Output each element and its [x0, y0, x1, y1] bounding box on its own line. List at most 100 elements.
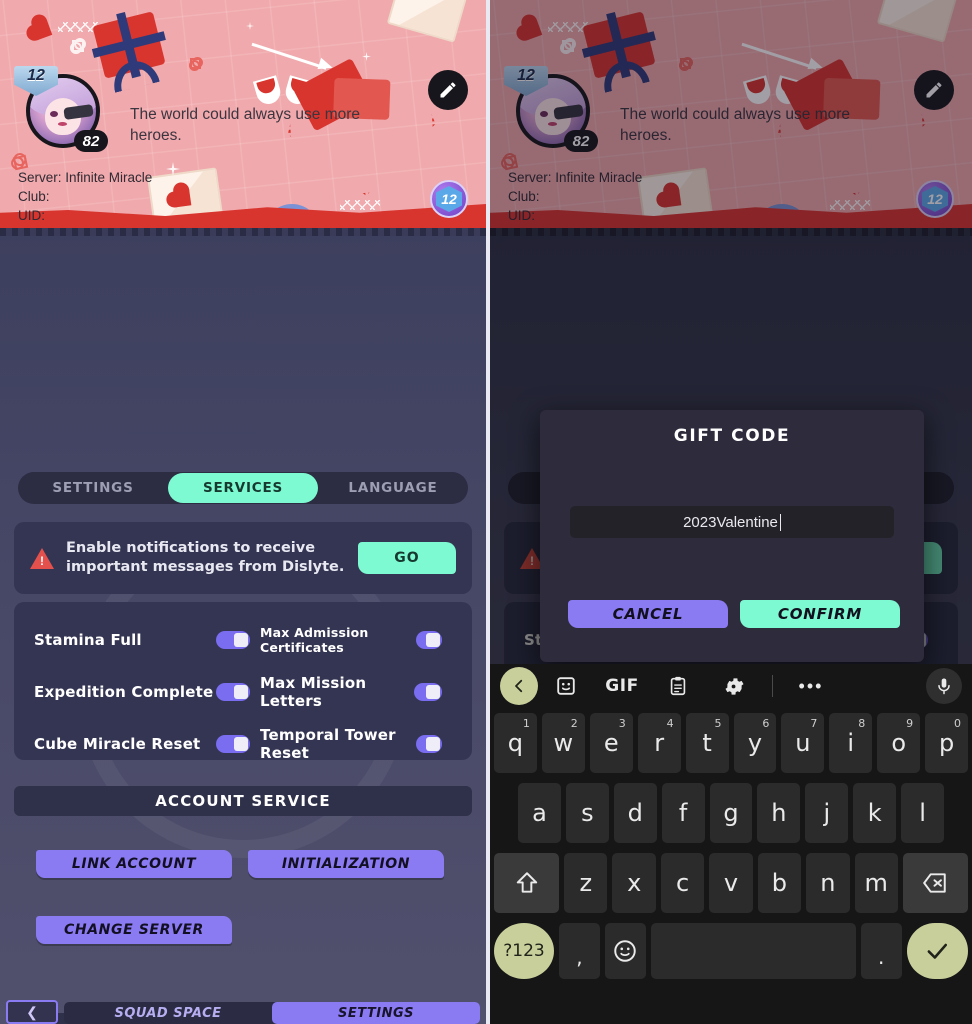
key-label: i [847, 729, 855, 757]
gear-icon[interactable] [706, 675, 762, 698]
key-i[interactable]: 8i [829, 713, 873, 773]
change-server-button[interactable]: CHANGE SERVER [36, 916, 232, 944]
tab-bar: SETTINGS SERVICES LANGUAGE [18, 472, 468, 504]
key-t[interactable]: 5t [685, 713, 729, 773]
sticker-icon[interactable] [538, 675, 594, 697]
toggle-max-mission-letters[interactable]: Max Mission Letters [260, 674, 452, 710]
more-options-icon[interactable]: ••• [783, 676, 839, 697]
initialization-button[interactable]: INITIALIZATION [248, 850, 444, 878]
toolbar-separator [772, 675, 773, 697]
avatar[interactable]: 12 82 [14, 66, 108, 152]
toggle-label: Cube Miracle Reset [34, 735, 201, 753]
notification-go-button[interactable]: GO [358, 542, 456, 574]
toggle-switch[interactable] [216, 683, 250, 701]
microphone-icon[interactable] [926, 668, 962, 704]
toggle-switch[interactable] [216, 735, 250, 753]
bottom-nav-tabs: SQUAD SPACE SETTINGS [64, 1002, 480, 1024]
key-h[interactable]: h [757, 783, 801, 843]
emoji-icon [614, 940, 637, 962]
key-s[interactable]: s [565, 783, 609, 843]
tab-services[interactable]: SERVICES [168, 473, 318, 503]
enter-key[interactable] [906, 923, 969, 979]
key-k[interactable]: k [853, 783, 897, 843]
space-key[interactable] [650, 923, 856, 979]
key-num: 6 [762, 717, 770, 730]
key-m[interactable]: m [854, 853, 898, 913]
key-d[interactable]: d [613, 783, 657, 843]
key-c[interactable]: c [660, 853, 705, 913]
symbols-key[interactable]: ?123 [494, 923, 554, 979]
key-z[interactable]: z [564, 853, 608, 913]
period-key[interactable]: . [860, 923, 902, 979]
backspace-key[interactable] [902, 853, 969, 913]
key-o[interactable]: 9o [877, 713, 921, 773]
key-label: u [795, 729, 811, 757]
key-l[interactable]: l [901, 783, 945, 843]
tab-settings[interactable]: SETTINGS [18, 473, 168, 503]
decorative-strip [0, 228, 486, 236]
key-a[interactable]: a [518, 783, 561, 843]
server-label: Server: Infinite Miracle [18, 170, 153, 185]
club-label: Club: [18, 189, 50, 205]
toggle-switch[interactable] [413, 683, 442, 701]
key-label: q [507, 729, 524, 757]
key-u[interactable]: 7u [781, 713, 825, 773]
key-j[interactable]: j [805, 783, 849, 843]
toggle-cube-miracle-reset[interactable]: Cube Miracle Reset [34, 735, 260, 753]
left-panel: 12 82 The world could always use more he… [0, 0, 486, 1024]
toggle-stamina-full[interactable]: Stamina Full [34, 631, 260, 649]
back-arrow-button[interactable] [500, 667, 538, 705]
toggle-expedition-complete[interactable]: Expedition Complete [34, 683, 260, 701]
key-g[interactable]: g [709, 783, 753, 843]
key-y[interactable]: 6y [733, 713, 777, 773]
nav-tab-squad-space[interactable]: SQUAD SPACE [64, 1002, 272, 1024]
keyboard-row-1: 1q 2w 3e 4r 5t 6y 7u 8i 9o 0p [490, 708, 972, 778]
toggle-switch[interactable] [415, 735, 442, 753]
notification-banner: Enable notifications to receive importan… [14, 522, 472, 594]
tab-language[interactable]: LANGUAGE [318, 473, 468, 503]
key-n[interactable]: n [806, 853, 850, 913]
power-badge: 82 [74, 130, 108, 152]
chevron-left-icon [515, 679, 523, 693]
toggle-temporal-tower-reset[interactable]: Temporal Tower Reset [260, 726, 452, 762]
key-num: 4 [666, 717, 674, 730]
gift-code-value: 2023Valentine [683, 513, 778, 531]
toggle-row: Stamina Full Max Admission Certificates [34, 614, 452, 666]
account-level-badge: 12 [430, 180, 468, 218]
key-p[interactable]: 0p [925, 713, 969, 773]
key-w[interactable]: 2w [541, 713, 585, 773]
emoji-key[interactable] [604, 923, 646, 979]
toggle-switch[interactable] [416, 631, 442, 649]
banner-dim-overlay [490, 0, 972, 228]
dialog-confirm-button[interactable]: CONFIRM [740, 600, 900, 628]
edit-profile-button[interactable] [428, 70, 468, 110]
keyboard-row-2: a s d f g h j k l [490, 778, 972, 848]
gif-button[interactable]: GIF [594, 676, 650, 696]
link-account-button[interactable]: LINK ACCOUNT [36, 850, 232, 878]
chevron-left-icon: ❮ [26, 1003, 38, 1020]
dialog-title: GIFT CODE [673, 426, 791, 446]
key-f[interactable]: f [661, 783, 705, 843]
comma-key[interactable]: , [559, 923, 600, 979]
gift-code-input[interactable]: 2023Valentine [570, 506, 894, 538]
toggle-switch[interactable] [216, 631, 250, 649]
clipboard-icon[interactable] [650, 675, 706, 697]
key-b[interactable]: b [757, 853, 802, 913]
profile-banner: 12 82 The world could always use more he… [0, 0, 486, 228]
key-label: w [553, 729, 574, 757]
key-x[interactable]: x [612, 853, 656, 913]
nav-tab-settings[interactable]: SETTINGS [272, 1002, 480, 1024]
back-button[interactable]: ❮ [6, 1000, 58, 1024]
key-num: 9 [906, 717, 914, 730]
key-num: 1 [522, 717, 530, 730]
key-v[interactable]: v [709, 853, 753, 913]
shift-key[interactable] [493, 853, 560, 913]
key-q[interactable]: 1q [493, 713, 537, 773]
dialog-cancel-button[interactable]: CANCEL [568, 600, 728, 628]
key-r[interactable]: 4r [637, 713, 681, 773]
keyboard-row-3: z x c v b n m [490, 848, 972, 918]
key-num: 0 [954, 717, 962, 730]
keyboard-row-4: ?123 , . [490, 918, 972, 984]
toggle-max-admission-certificates[interactable]: Max Admission Certificates [260, 625, 452, 655]
key-e[interactable]: 3e [589, 713, 633, 773]
